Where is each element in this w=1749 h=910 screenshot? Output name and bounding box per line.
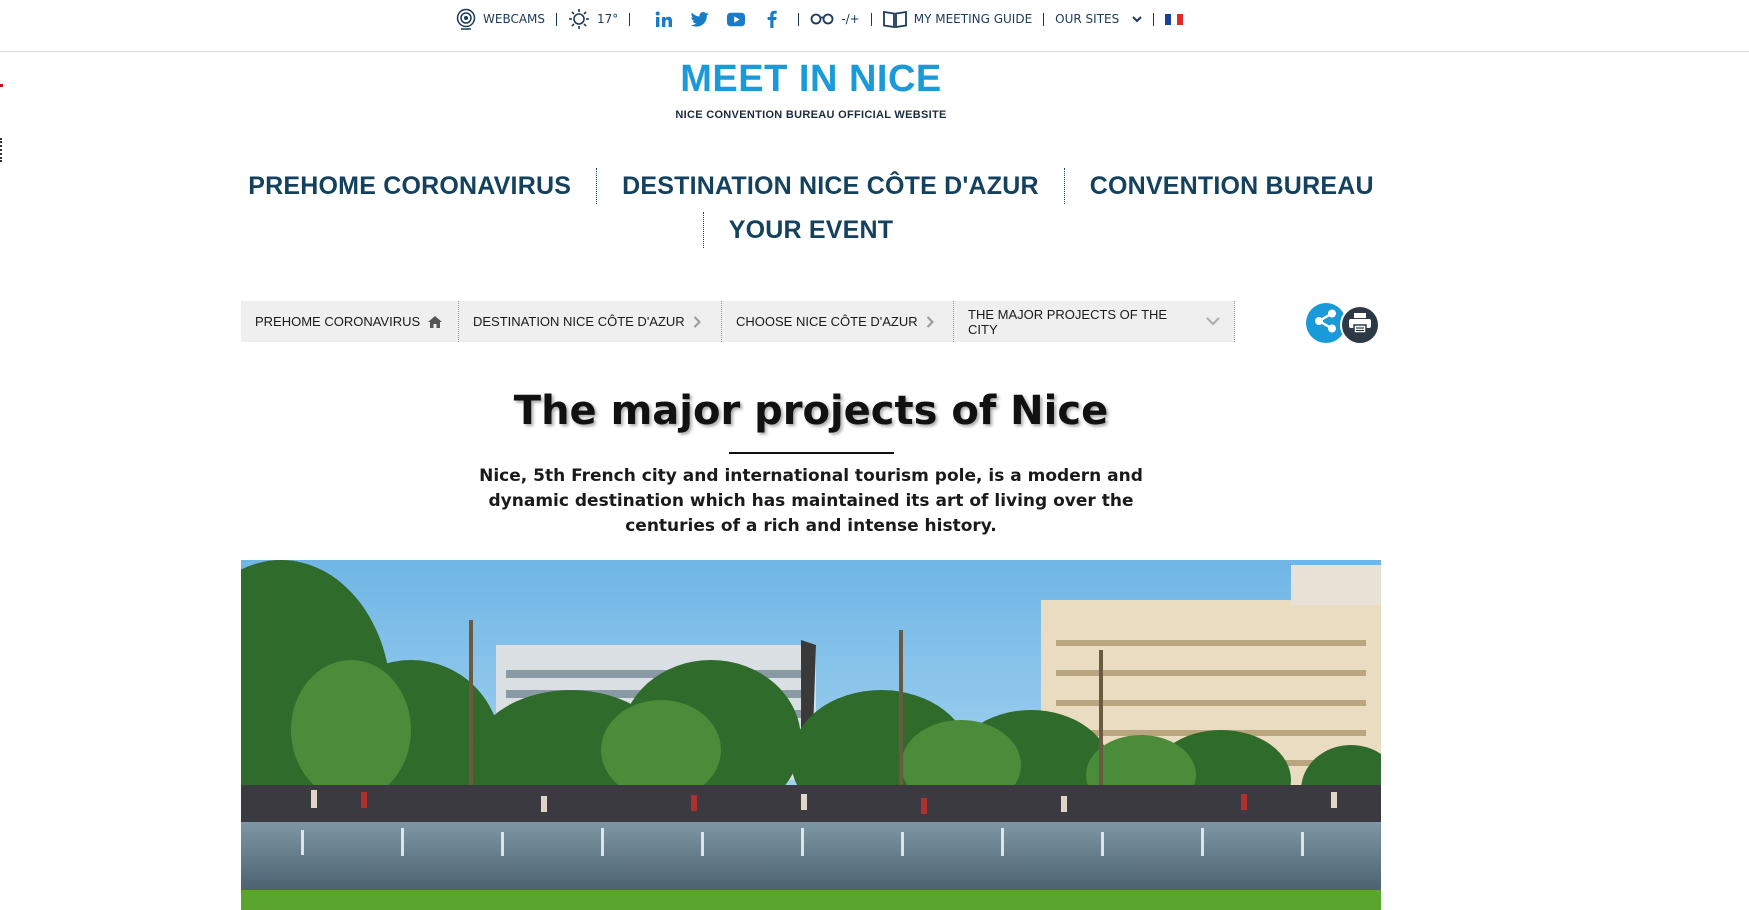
accessibility-label: -/+ [841, 12, 860, 26]
edge-marker-dots [0, 138, 2, 162]
topbar-divider [798, 12, 800, 26]
intro-paragraph: Nice, 5th French city and international … [479, 466, 1143, 536]
our-sites-dropdown[interactable]: OUR SITES [1055, 12, 1142, 26]
our-sites-label: OUR SITES [1055, 12, 1120, 26]
chevron-right-icon [693, 315, 701, 328]
topbar-divider [1153, 12, 1155, 26]
breadcrumb-item-prehome[interactable]: PREHOME CORONAVIRUS [241, 301, 459, 342]
nav-item-your-event[interactable]: YOUR EVENT [704, 216, 919, 245]
breadcrumb-label: THE MAJOR PROJECTS OF THE CITY [968, 306, 1168, 337]
breadcrumb-item-choose-nice[interactable]: CHOOSE NICE CÔTE D'AZUR [722, 301, 954, 342]
breadcrumb-item-destination[interactable]: DESTINATION NICE CÔTE D'AZUR [459, 301, 722, 342]
accessibility-text-size[interactable]: -/+ [810, 12, 860, 26]
topbar-divider [1043, 12, 1045, 26]
page-title: The major projects of Nice [513, 388, 1109, 434]
webcams-link[interactable]: WEBCAMS [456, 8, 545, 30]
breadcrumb-label: PREHOME CORONAVIRUS [255, 314, 421, 329]
weather-widget[interactable]: 17° [568, 8, 618, 30]
breadcrumb-label: CHOOSE NICE CÔTE D'AZUR [736, 314, 918, 329]
webcams-label: WEBCAMS [483, 12, 546, 26]
title-underline [729, 452, 894, 454]
open-book-icon [882, 10, 907, 28]
glasses-icon [810, 13, 834, 25]
print-button[interactable] [1340, 305, 1380, 345]
nav-row: PREHOME CORONAVIRUS DESTINATION NICE CÔT… [0, 164, 1622, 208]
top-utility-bar: WEBCAMS 17° -/+ MY MEETING GUIDE OUR SIT… [0, 0, 1749, 52]
topbar-divider [629, 12, 631, 26]
twitter-icon[interactable] [691, 10, 710, 28]
meeting-guide-link[interactable]: MY MEETING GUIDE [882, 10, 1033, 28]
topbar-divider [556, 12, 558, 26]
temperature-value: 17° [597, 12, 619, 26]
french-flag-icon[interactable] [1165, 13, 1184, 25]
nav-item-destination[interactable]: DESTINATION NICE CÔTE D'AZUR [597, 172, 1064, 201]
share-icon [1313, 308, 1339, 338]
breadcrumb: PREHOME CORONAVIRUS DESTINATION NICE CÔT… [241, 301, 1235, 342]
youtube-icon[interactable] [727, 10, 746, 28]
hero-image-promenade-du-paillon [241, 560, 1381, 910]
breadcrumb-item-major-projects[interactable]: THE MAJOR PROJECTS OF THE CITY [954, 301, 1235, 342]
site-logo[interactable]: MEET IN NICE NICE CONVENTION BUREAU OFFI… [0, 58, 1622, 121]
chevron-down-icon [1132, 15, 1142, 23]
chevron-down-icon [1206, 317, 1220, 326]
webcam-icon [456, 8, 476, 30]
linkedin-icon[interactable] [655, 10, 673, 28]
breadcrumb-label: DESTINATION NICE CÔTE D'AZUR [473, 314, 685, 329]
nav-row: YOUR EVENT [0, 208, 1622, 252]
print-icon [1349, 313, 1371, 337]
logo-subtitle: NICE CONVENTION BUREAU OFFICIAL WEBSITE [675, 109, 947, 121]
facebook-icon[interactable] [763, 10, 781, 28]
main-navigation: PREHOME CORONAVIRUS DESTINATION NICE CÔT… [0, 164, 1622, 252]
topbar-divider [870, 12, 872, 26]
meeting-guide-label: MY MEETING GUIDE [913, 12, 1033, 26]
chevron-right-icon [926, 315, 934, 328]
nav-item-convention-bureau[interactable]: CONVENTION BUREAU [1065, 172, 1399, 201]
home-icon [428, 315, 443, 328]
social-links [655, 10, 781, 28]
logo-title[interactable]: MEET IN NICE [0, 58, 1622, 101]
nav-item-prehome-coronavirus[interactable]: PREHOME CORONAVIRUS [223, 172, 596, 201]
sun-icon [568, 8, 590, 30]
